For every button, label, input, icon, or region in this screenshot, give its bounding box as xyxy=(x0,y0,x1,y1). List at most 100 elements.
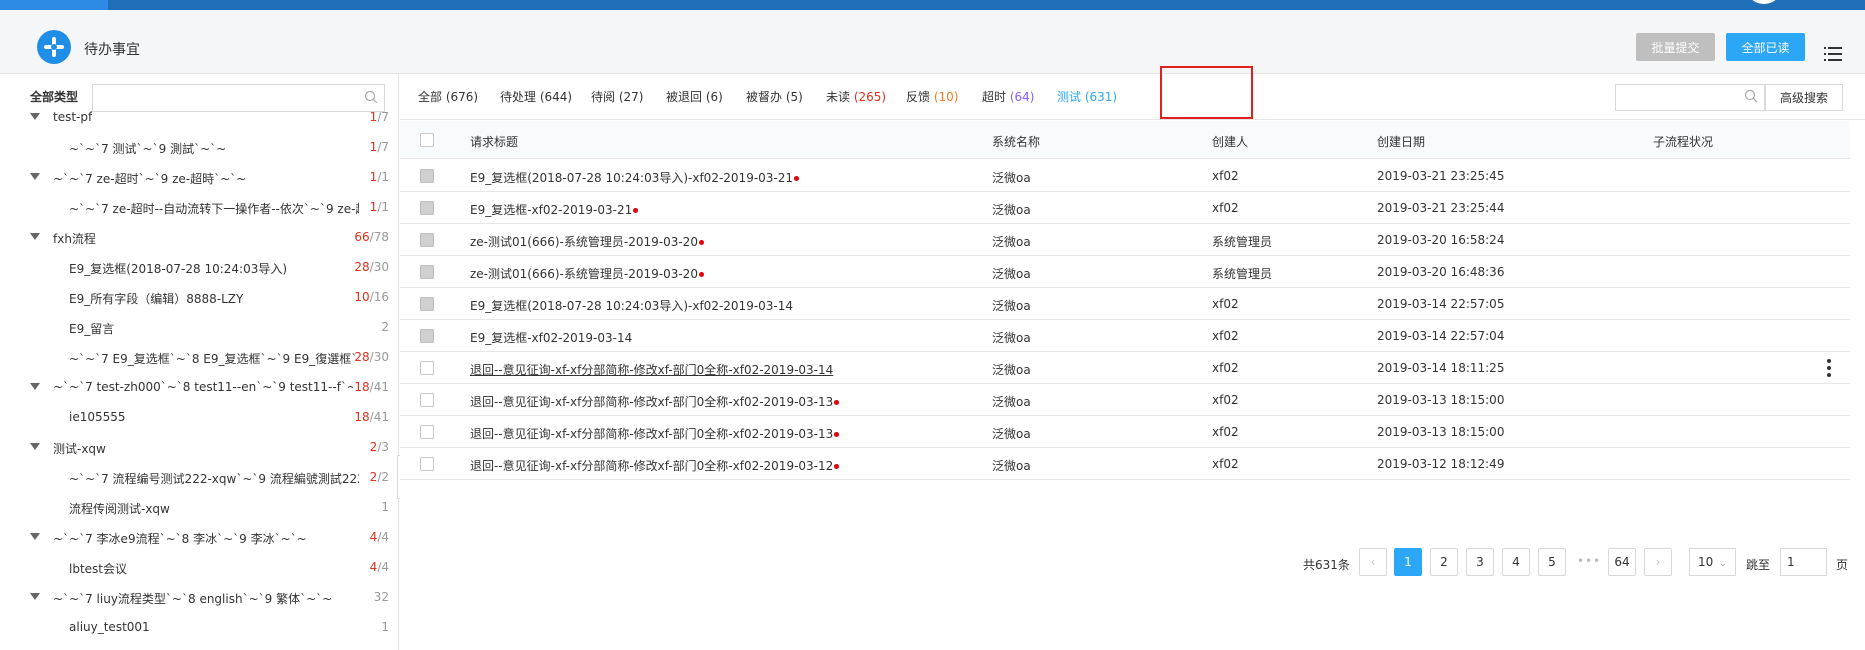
sidebar-tree-item[interactable]: 流程传阅测试-xqw 1 xyxy=(14,492,399,522)
tab-0[interactable]: 全部 (676) xyxy=(418,88,478,105)
caret-down-icon[interactable] xyxy=(30,533,40,540)
tab-label: 未读 xyxy=(826,90,851,104)
tab-3[interactable]: 被退回 (6) xyxy=(666,88,723,105)
request-title-link[interactable]: E9_复选框-xf02-2019-03-14 xyxy=(470,329,632,346)
creator-name: xf02 xyxy=(1212,393,1239,407)
sidebar-tree-item[interactable]: ~`~`7 ze-超时`~`9 ze-超時`~`~ 1/1 xyxy=(14,162,399,192)
sidebar-tree-item[interactable]: E9_所有字段（编辑）8888-LZY 10/16 xyxy=(14,282,399,312)
unread-dot-icon xyxy=(633,208,639,213)
sidebar-tree-item[interactable]: ~`~`7 test-zh000`~`8 test11--en`~`9 test… xyxy=(14,372,399,402)
table-row[interactable]: 退回--意见征询-xf-xf分部简称-修改xf-部门0全称-xf02-2019-… xyxy=(400,448,1850,480)
table-row[interactable]: E9_复选框-xf02-2019-03-14 泛微oa xf02 2019-03-14… xyxy=(400,320,1850,352)
request-title-link[interactable]: 退回--意见征询-xf-xf分部简称-修改xf-部门0全称-xf02-2019-… xyxy=(470,361,833,378)
table-row[interactable]: E9_复选框(2018-07-28 10:24:03导入)-xf02-2019-… xyxy=(400,288,1850,320)
sidebar-tree-item[interactable]: ~`~`7 ze-超时--自动流转下一操作者--依次`~`9 ze-超時 1/1 xyxy=(14,192,399,222)
prev-page-button[interactable]: ‹ xyxy=(1359,548,1387,576)
row-checkbox[interactable] xyxy=(420,361,434,375)
list-menu-icon[interactable] xyxy=(1824,46,1842,62)
row-checkbox[interactable] xyxy=(420,233,434,247)
count-b: 32 xyxy=(373,590,389,604)
tab-4[interactable]: 被督办 (5) xyxy=(746,88,803,105)
jump-page-input[interactable]: 1 xyxy=(1780,548,1827,576)
request-title-link[interactable]: E9_复选框(2018-07-28 10:24:03导入)-xf02-2019-… xyxy=(470,169,800,186)
select-all-checkbox[interactable] xyxy=(420,133,434,147)
mark-all-read-button[interactable]: 全部已读 xyxy=(1726,33,1805,61)
sidebar-tree-item[interactable]: E9_复选框(2018-07-28 10:24:03导入) 28/30 xyxy=(14,252,399,282)
more-vertical-icon[interactable] xyxy=(1826,358,1832,378)
request-title-link[interactable]: E9_复选框(2018-07-28 10:24:03导入)-xf02-2019-… xyxy=(470,297,793,314)
header-subflow-status[interactable]: 子流程状况 xyxy=(1653,133,1713,150)
tab-7[interactable]: 超时 (64) xyxy=(982,88,1034,105)
page-3-button[interactable]: 3 xyxy=(1466,548,1494,576)
table-row[interactable]: 退回--意见征询-xf-xf分部简称-修改xf-部门0全称-xf02-2019-… xyxy=(400,352,1850,384)
row-checkbox[interactable] xyxy=(420,297,434,311)
count-b: 2 xyxy=(381,470,389,484)
sidebar-item-count: 18/41 xyxy=(354,410,389,424)
request-title-link[interactable]: 退回--意见征询-xf-xf分部简称-修改xf-部门0全称-xf02-2019-… xyxy=(470,457,840,474)
unread-dot-icon xyxy=(834,432,840,437)
header-created-date[interactable]: 创建日期 xyxy=(1377,133,1425,150)
table-row[interactable]: E9_复选框(2018-07-28 10:24:03导入)-xf02-2019-… xyxy=(400,160,1850,192)
page-last-button[interactable]: 64 xyxy=(1608,548,1636,576)
row-checkbox[interactable] xyxy=(420,457,434,471)
tab-8[interactable]: 测试 (631) xyxy=(1057,88,1117,105)
caret-down-icon[interactable] xyxy=(30,593,40,600)
sidebar-tree-item[interactable]: ~`~`7 liuy流程类型`~`8 english`~`9 繁体`~`~ 32 xyxy=(14,582,399,612)
user-avatar[interactable] xyxy=(1749,0,1779,4)
caret-down-icon[interactable] xyxy=(30,443,40,450)
batch-submit-button[interactable]: 批量提交 xyxy=(1636,33,1715,61)
request-title-text: 退回--意见征询-xf-xf分部简称-修改xf-部门0全称-xf02-2019-… xyxy=(470,459,834,473)
table-row[interactable]: 退回--意见征询-xf-xf分部简称-修改xf-部门0全称-xf02-2019-… xyxy=(400,384,1850,416)
page-size-select[interactable]: 10 ⌄ xyxy=(1689,548,1736,576)
sidebar-item-count: 2/3 xyxy=(370,440,389,454)
page-ellipsis[interactable]: ••• xyxy=(1577,554,1601,568)
sidebar-tree-item[interactable]: test-pf 1/7 xyxy=(14,102,399,132)
caret-down-icon[interactable] xyxy=(30,233,40,240)
caret-down-icon[interactable] xyxy=(30,113,40,120)
caret-down-icon[interactable] xyxy=(30,173,40,180)
request-title-link[interactable]: ze-测试01(666)-系统管理员-2019-03-20 xyxy=(470,233,704,250)
sidebar-tree-item[interactable]: 测试-xqw 2/3 xyxy=(14,432,399,462)
table-row[interactable]: E9_复选框-xf02-2019-03-21 泛微oa xf02 2019-03-21… xyxy=(400,192,1850,224)
tab-6[interactable]: 反馈 (10) xyxy=(906,88,958,105)
request-title-link[interactable]: 退回--意见征询-xf-xf分部简称-修改xf-部门0全称-xf02-2019-… xyxy=(470,393,840,410)
header-title[interactable]: 请求标题 xyxy=(470,133,518,150)
created-date: 2019-03-20 16:58:24 xyxy=(1377,233,1505,247)
caret-down-icon[interactable] xyxy=(30,383,40,390)
sidebar-tree-item[interactable]: ~`~`7 流程编号测试222-xqw`~`9 流程編號測試222-xqw 2/2 xyxy=(14,462,399,492)
sidebar-tree-item[interactable]: aliuy_test001 1 xyxy=(14,612,399,642)
header-system[interactable]: 系统名称 xyxy=(992,133,1040,150)
list-search-input[interactable] xyxy=(1615,84,1765,111)
request-title-link[interactable]: E9_复选框-xf02-2019-03-21 xyxy=(470,201,639,218)
sidebar-tree-item[interactable]: lbtest会议 4/4 xyxy=(14,552,399,582)
request-title-link[interactable]: 退回--意见征询-xf-xf分部简称-修改xf-部门0全称-xf02-2019-… xyxy=(470,425,840,442)
tab-2[interactable]: 待阅 (27) xyxy=(591,88,643,105)
row-checkbox[interactable] xyxy=(420,169,434,183)
page-2-button[interactable]: 2 xyxy=(1430,548,1458,576)
row-checkbox[interactable] xyxy=(420,201,434,215)
row-checkbox[interactable] xyxy=(420,265,434,279)
sidebar-tree-item[interactable]: ~`~`7 测试`~`9 測試`~`~ 1/7 xyxy=(14,132,399,162)
row-checkbox[interactable] xyxy=(420,425,434,439)
search-icon[interactable] xyxy=(1744,89,1758,106)
request-title-link[interactable]: ze-测试01(666)-系统管理员-2019-03-20 xyxy=(470,265,704,282)
row-checkbox[interactable] xyxy=(420,393,434,407)
table-row[interactable]: 退回--意见征询-xf-xf分部简称-修改xf-部门0全称-xf02-2019-… xyxy=(400,416,1850,448)
sidebar-tree-item[interactable]: E9_留言 2 xyxy=(14,312,399,342)
sidebar-tree-item[interactable]: ~`~`7 E9_复选框`~`8 E9_复选框`~`9 E9_復選框`~`~ 28… xyxy=(14,342,399,372)
sidebar-tree-item[interactable]: ~`~`7 李冰e9流程`~`8 李冰`~`9 李冰`~`~ 4/4 xyxy=(14,522,399,552)
table-row[interactable]: ze-测试01(666)-系统管理员-2019-03-20 泛微oa 系统管理员 20… xyxy=(400,224,1850,256)
tab-1[interactable]: 待处理 (644) xyxy=(500,88,572,105)
advanced-search-button[interactable]: 高级搜索 xyxy=(1765,84,1843,111)
page-4-button[interactable]: 4 xyxy=(1502,548,1530,576)
next-page-button[interactable]: › xyxy=(1644,548,1672,576)
sidebar-item-label: ~`~`7 test-zh000`~`8 test11--en`~`9 test… xyxy=(53,380,353,394)
row-checkbox[interactable] xyxy=(420,329,434,343)
header-creator[interactable]: 创建人 xyxy=(1212,133,1248,150)
table-row[interactable]: ze-测试01(666)-系统管理员-2019-03-20 泛微oa 系统管理员 20… xyxy=(400,256,1850,288)
sidebar-tree-item[interactable]: ie105555 18/41 xyxy=(14,402,399,432)
sidebar-tree-item[interactable]: fxh流程 66/78 xyxy=(14,222,399,252)
page-5-button[interactable]: 5 xyxy=(1538,548,1566,576)
page-1-button[interactable]: 1 xyxy=(1394,548,1422,576)
tab-5[interactable]: 未读 (265) xyxy=(826,88,886,105)
